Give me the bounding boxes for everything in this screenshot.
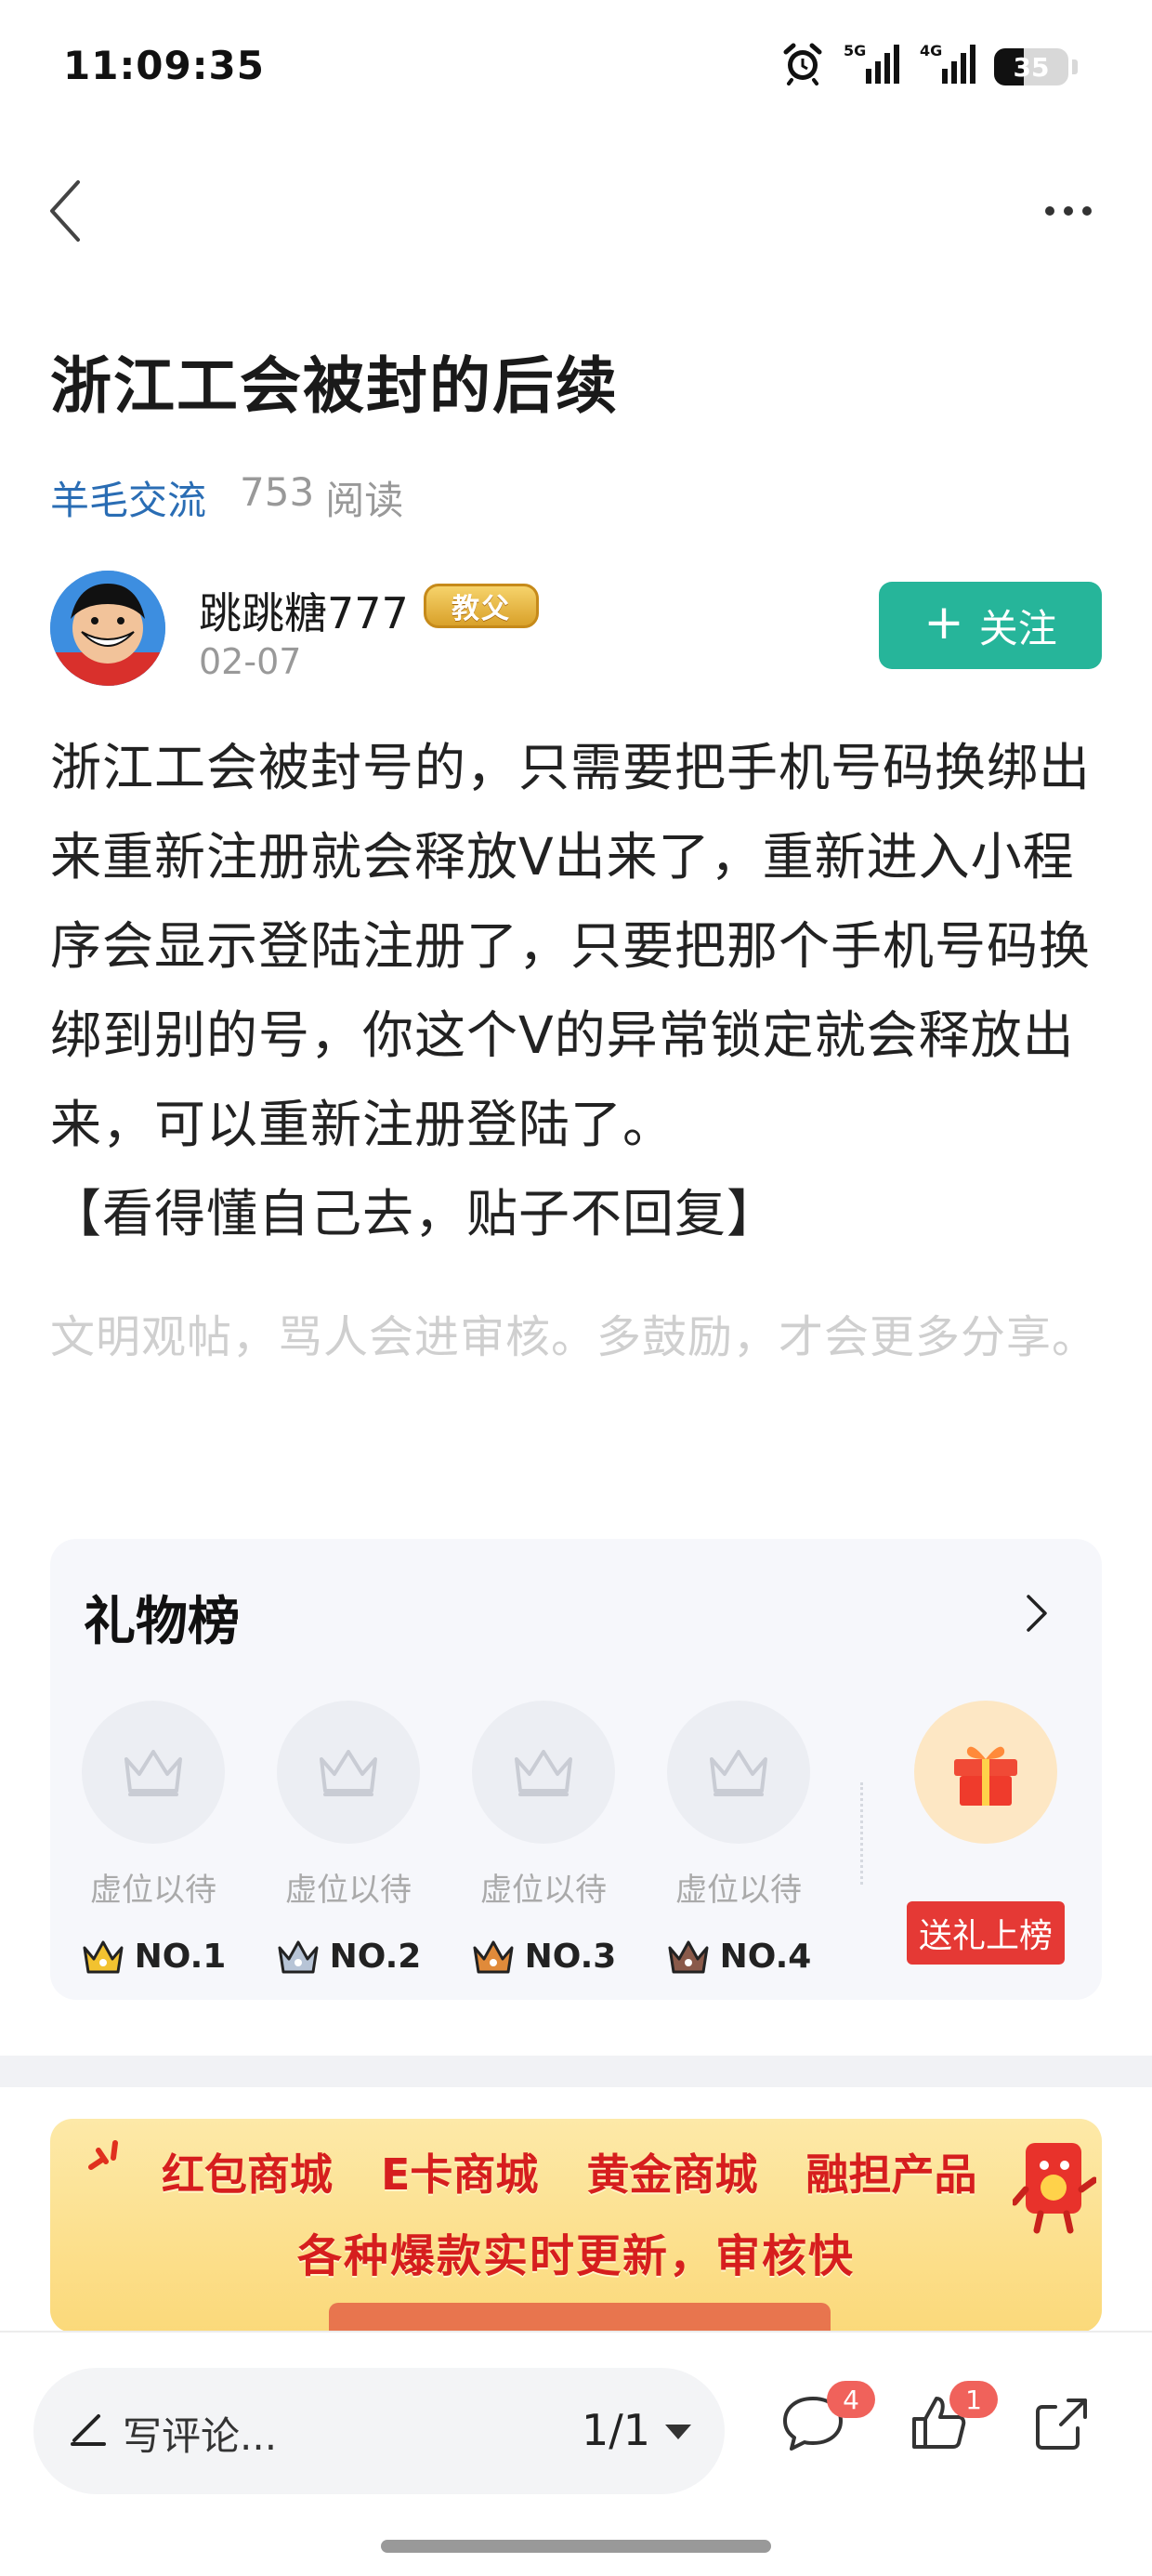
read-count-value: 753 [240,469,315,515]
alarm-icon [780,41,825,85]
chevron-right-icon [1027,1595,1047,1632]
slot-rank: NO.2 [276,1938,422,1976]
crown-outline-icon [124,1750,182,1796]
slot-rank-text: NO.1 [134,1938,227,1976]
like-button[interactable]: 1 [886,2372,998,2474]
follow-label: 关注 [978,605,1057,651]
back-button[interactable] [28,169,102,253]
svg-text:5G: 5G [844,42,866,59]
forum-link[interactable]: 羊毛交流 [50,469,206,526]
status-bar: 11:09:35 5G 4G 35 [0,0,1152,139]
ad-categories: 红包商城 E卡商城 黄金商城 融担产品 [162,2141,976,2202]
ad-banner[interactable]: 红包商城 E卡商城 黄金商城 融担产品 各种爆款实时更新，审核快 [50,2119,1102,2333]
avatar[interactable] [50,571,165,686]
slot-label: 虚位以待 [480,1872,607,1909]
signal-4g-icon: 4G [918,41,977,85]
plus-icon: + [923,595,964,651]
ad-slogan: 各种爆款实时更新，审核快 [296,2230,855,2282]
status-icons: 5G 4G 35 [780,41,1078,85]
pen-icon [71,2414,106,2446]
article-body: 浙江工会被封号的，只需要把手机号码换绑出来重新注册就会释放V出来了，重新进入小程… [50,723,1109,1258]
crown-icon [473,1940,514,1973]
gift-board-more-button[interactable] [1009,1585,1065,1641]
battery-icon: 35 [994,48,1068,85]
slot-rank-text: NO.4 [719,1938,812,1976]
svg-text:4G: 4G [920,42,942,59]
gift-board: 礼物榜 虚位以待 NO.1 虚位以待 NO.2 虚位以待 NO.3 虚位以待 NO.4 送礼上… [50,1539,1102,2000]
civility-note: 文明观帖，骂人会进审核。多鼓励，才会更多分享。 [50,1311,1098,1363]
crown-outline-icon [710,1750,767,1796]
slot-rank-text: NO.3 [524,1938,617,1976]
signal-5g-icon: 5G [842,41,901,85]
gift-icon [954,1746,1017,1806]
crown-outline-icon [515,1750,572,1796]
article-paragraph: 【看得懂自己去，贴子不回复】 [50,1184,779,1243]
gift-icon-button[interactable] [914,1701,1057,1844]
slot-rank: NO.1 [81,1938,227,1976]
gift-board-title: 礼物榜 [84,1592,240,1652]
nav-bar [0,158,1152,260]
gift-slot[interactable]: 虚位以待 NO.2 [276,1701,422,1976]
comment-input[interactable]: 写评论... 1/1 [33,2368,725,2494]
ad-category: 红包商城 [162,2149,333,2200]
slot-label: 虚位以待 [675,1872,802,1909]
more-dot [1064,206,1073,216]
crown-icon [668,1940,709,1973]
comment-placeholder: 写评论... [123,2413,278,2459]
share-icon [1036,2399,1087,2450]
comment-count-badge: 4 [827,2381,875,2418]
author-badge: 教父 [424,580,539,632]
empty-slot-avatar [472,1701,615,1844]
author-name[interactable]: 跳跳糖777 [199,580,409,641]
caret-down-icon [665,2425,692,2439]
more-dot [1045,206,1054,216]
slot-rank: NO.4 [666,1938,812,1976]
divider [860,1782,863,1885]
send-gift-button[interactable]: 送礼上榜 [907,1901,1065,1965]
gift-slot[interactable]: 虚位以待 NO.4 [666,1701,812,1976]
crown-icon [278,1940,319,1973]
home-indicator[interactable] [381,2540,771,2553]
author-row: 跳跳糖777 教父 02-07 + 关注 [50,571,1102,691]
crown-outline-icon [320,1750,377,1796]
spark-icon [88,2140,118,2170]
ad-category: 融担产品 [805,2149,977,2200]
gift-slot[interactable]: 虚位以待 NO.1 [81,1701,227,1976]
ad-cropped-text [329,2303,831,2333]
battery-tip [1072,59,1078,74]
section-divider [0,2056,1152,2087]
page-selector[interactable]: 1/1 [582,2405,692,2455]
crown-icon [83,1940,124,1973]
article-title: 浙江工会被封的后续 [50,350,619,422]
red-envelope-mascot-icon [1013,2143,1096,2234]
meta-row: 羊毛交流 753 阅读 [50,469,403,526]
like-count-badge: 1 [949,2381,998,2418]
chevron-left-icon [50,180,80,242]
share-button[interactable] [1011,2372,1113,2474]
empty-slot-avatar [82,1701,225,1844]
slot-label: 虚位以待 [285,1872,412,1909]
empty-slot-avatar [667,1701,810,1844]
ad-category: E卡商城 [381,2149,539,2200]
send-gift: 送礼上榜 [907,1701,1065,1965]
read-count: 753 阅读 [240,469,403,526]
empty-slot-avatar [277,1701,420,1844]
more-button[interactable] [1022,169,1115,253]
slot-rank-text: NO.2 [329,1938,422,1976]
slot-label: 虚位以待 [90,1872,216,1909]
read-count-label: 阅读 [325,478,404,523]
battery-level: 35 [1013,52,1050,83]
author-badge-text: 教父 [452,593,511,625]
gift-slot[interactable]: 虚位以待 NO.3 [471,1701,617,1976]
ad-category: 黄金商城 [586,2149,758,2200]
article-paragraph: 浙江工会被封号的，只需要把手机号码换绑出来重新注册就会释放V出来了，重新进入小程… [50,738,1092,1154]
status-time: 11:09:35 [63,43,265,88]
post-date: 02-07 [199,641,302,682]
slot-rank: NO.3 [471,1938,617,1976]
gift-slots: 虚位以待 NO.1 虚位以待 NO.2 虚位以待 NO.3 虚位以待 NO.4 [81,1701,812,1976]
follow-button[interactable]: + 关注 [879,582,1102,669]
page-number: 1/1 [582,2405,651,2455]
comments-button[interactable]: 4 [762,2372,875,2474]
more-dot [1082,206,1092,216]
